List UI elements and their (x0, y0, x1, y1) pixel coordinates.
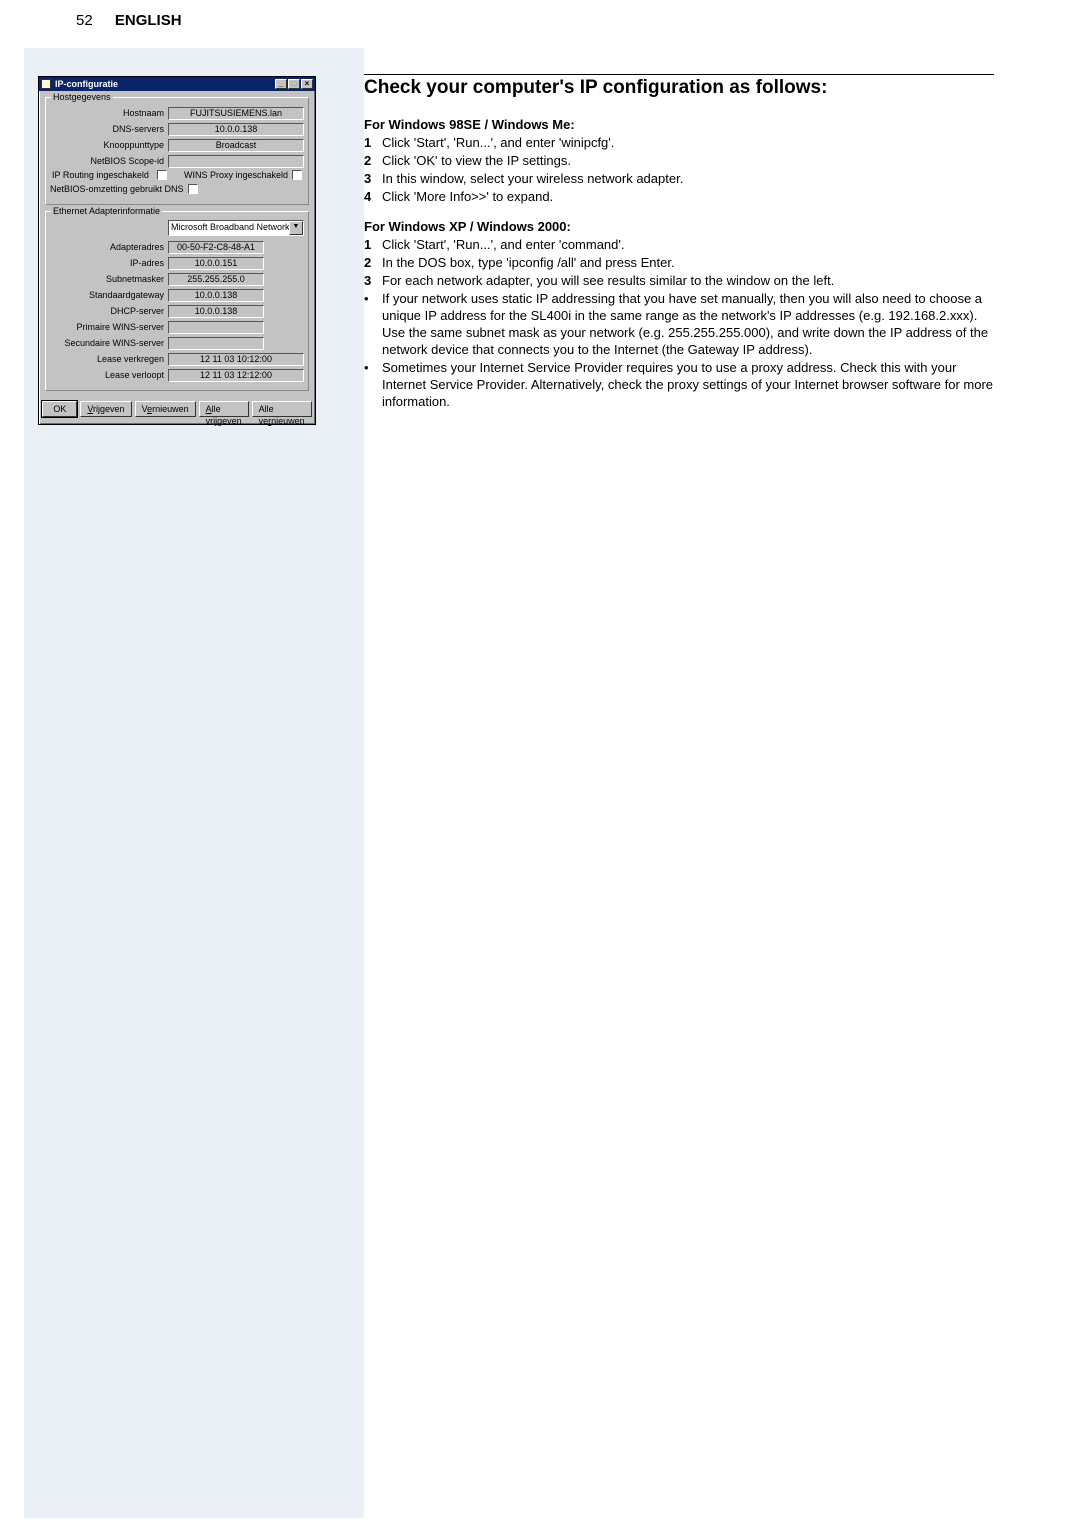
steps-98se: 1Click 'Start', 'Run...', and enter 'win… (364, 134, 994, 205)
main-content: Check your computer's IP configuration a… (364, 74, 994, 411)
step-text: Click 'More Info>>' to expand. (382, 188, 994, 205)
step-number: 1 (364, 236, 382, 253)
step-number: 3 (364, 272, 382, 289)
ip-config-window: ? IP-configuratie _ □ × Hostgegevens Hos… (38, 76, 316, 425)
alle-vernieuwen-button[interactable]: Alle vernieuwen (252, 401, 312, 417)
page-number: 52 (76, 12, 93, 29)
button-row: OK Vrijgeven Vernieuwen Alle vrijgeven A… (39, 395, 315, 424)
step-number: 1 (364, 134, 382, 151)
knooppunt-value: Broadcast (168, 139, 304, 152)
lease-verloopt-value: 12 11 03 12:12:00 (168, 369, 304, 382)
lease-verkregen-label: Lease verkregen (50, 354, 168, 364)
netbios-dns-checkbox[interactable] (188, 184, 198, 194)
primaire-wins-value (168, 321, 264, 334)
netbios-scope-value (168, 155, 304, 168)
bullet-icon: • (364, 290, 382, 358)
group-label-host: Hostgegevens (51, 92, 113, 102)
adapter-dropdown[interactable]: Microsoft Broadband Networking Wirele ▼ (168, 220, 304, 236)
lease-verkregen-value: 12 11 03 10:12:00 (168, 353, 304, 366)
group-label-ethernet: Ethernet Adapterinformatie (51, 206, 162, 216)
minimize-button[interactable]: _ (275, 79, 287, 89)
adapter-address-value: 00-50-F2-C8-48-A1 (168, 241, 264, 254)
step-text: Click 'Start', 'Run...', and enter 'comm… (382, 236, 994, 253)
ip-routing-checkbox[interactable] (157, 170, 167, 180)
chevron-down-icon[interactable]: ▼ (289, 221, 303, 235)
subnet-value: 255.255.255.0 (168, 273, 264, 286)
gateway-label: Standaardgateway (50, 290, 168, 300)
dns-value: 10.0.0.138 (168, 123, 304, 136)
dns-label: DNS-servers (50, 124, 168, 134)
secundaire-wins-label: Secundaire WINS-server (50, 338, 168, 348)
bullet-text: Sometimes your Internet Service Provider… (382, 359, 994, 410)
step-text: In this window, select your wireless net… (382, 170, 994, 187)
step-text: For each network adapter, you will see r… (382, 272, 994, 289)
netbios-scope-label: NetBIOS Scope-id (50, 156, 168, 166)
ip-address-value: 10.0.0.151 (168, 257, 264, 270)
subnet-label: Subnetmasker (50, 274, 168, 284)
sidebar-panel: ? IP-configuratie _ □ × Hostgegevens Hos… (24, 48, 364, 1518)
dhcp-label: DHCP-server (50, 306, 168, 316)
vernieuwen-button[interactable]: Vernieuwen (135, 401, 196, 417)
wins-proxy-label: WINS Proxy ingeschakeld (184, 170, 288, 180)
gateway-value: 10.0.0.138 (168, 289, 264, 302)
window-title: IP-configuratie (55, 79, 274, 89)
step-text: Click 'Start', 'Run...', and enter 'wini… (382, 134, 994, 151)
step-text: In the DOS box, type 'ipconfig /all' and… (382, 254, 994, 271)
alle-vrijgeven-button[interactable]: Alle vrijgeven (199, 401, 249, 417)
step-number: 4 (364, 188, 382, 205)
step-number: 2 (364, 254, 382, 271)
step-number: 3 (364, 170, 382, 187)
secundaire-wins-value (168, 337, 264, 350)
dhcp-value: 10.0.0.138 (168, 305, 264, 318)
step-number: 2 (364, 152, 382, 169)
bullet-text: If your network uses static IP addressin… (382, 290, 994, 358)
primaire-wins-label: Primaire WINS-server (50, 322, 168, 332)
hostnaam-label: Hostnaam (50, 108, 168, 118)
close-button[interactable]: × (301, 79, 313, 89)
section-title: Check your computer's IP configuration a… (364, 74, 994, 99)
host-data-groupbox: Hostgegevens Hostnaam FUJITSUSIEMENS.lan… (45, 97, 309, 205)
wins-proxy-checkbox[interactable] (292, 170, 302, 180)
ok-button[interactable]: OK (42, 401, 77, 417)
lease-verloopt-label: Lease verloopt (50, 370, 168, 380)
ip-routing-label: IP Routing ingeschakeld (52, 170, 153, 180)
subheading-98se: For Windows 98SE / Windows Me: (364, 117, 994, 132)
step-text: Click 'OK' to view the IP settings. (382, 152, 994, 169)
ip-address-label: IP-adres (50, 258, 168, 268)
hostnaam-value: FUJITSUSIEMENS.lan (168, 107, 304, 120)
adapter-dropdown-value: Microsoft Broadband Networking Wirele (169, 221, 289, 235)
app-icon: ? (41, 79, 51, 89)
subheading-xp: For Windows XP / Windows 2000: (364, 219, 994, 234)
knooppunt-label: Knooppunttype (50, 140, 168, 150)
ethernet-adapter-groupbox: Ethernet Adapterinformatie Microsoft Bro… (45, 211, 309, 391)
steps-xp: 1Click 'Start', 'Run...', and enter 'com… (364, 236, 994, 410)
bullet-icon: • (364, 359, 382, 410)
netbios-dns-label: NetBIOS-omzetting gebruikt DNS (50, 184, 188, 194)
maximize-button[interactable]: □ (288, 79, 300, 89)
window-titlebar: ? IP-configuratie _ □ × (39, 77, 315, 91)
page-header: 52 ENGLISH (76, 12, 182, 29)
vrijgeven-button[interactable]: Vrijgeven (80, 401, 131, 417)
page-language: ENGLISH (115, 12, 182, 29)
adapter-address-label: Adapteradres (50, 242, 168, 252)
